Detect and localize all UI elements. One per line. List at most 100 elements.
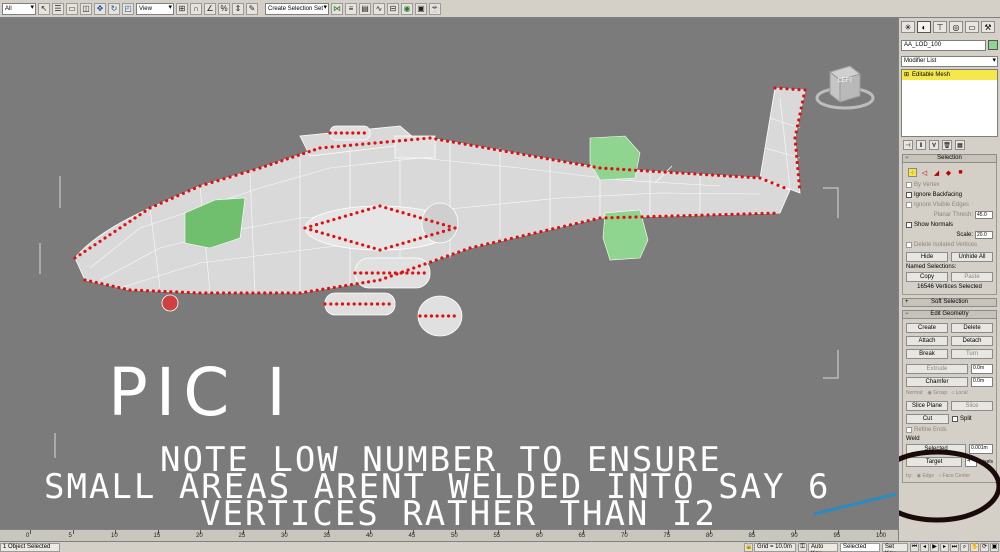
material-editor-icon[interactable]: ◉ [401, 2, 413, 15]
window-crossing-icon[interactable]: ◫ [80, 2, 92, 15]
selection-filter-dropdown[interactable]: All [2, 2, 36, 15]
show-normals-option[interactable]: Show Normals [906, 220, 993, 230]
detach-button[interactable]: Detach [951, 336, 993, 346]
split-checkbox[interactable] [952, 416, 958, 422]
object-name-field[interactable]: AA_LOD_100 [901, 40, 986, 51]
refine-ends-option[interactable]: Refine Ends [906, 425, 993, 435]
cut-button[interactable]: Cut [906, 414, 949, 424]
pivot-icon[interactable]: ⊞ [176, 2, 188, 15]
goto-start-icon[interactable]: ⏮ [910, 542, 919, 552]
by-vertex-checkbox[interactable] [906, 182, 912, 188]
delete-button[interactable]: Delete [951, 323, 993, 333]
show-normals-checkbox[interactable] [906, 222, 912, 228]
split-option[interactable]: Split [952, 414, 993, 424]
make-unique-icon[interactable]: ∀ [929, 140, 939, 150]
slice-plane-button[interactable]: Slice Plane [906, 401, 948, 411]
edit-geometry-rollout-header[interactable]: − Edit Geometry [902, 310, 997, 319]
local-radio[interactable]: ○ Local [951, 390, 967, 396]
pan-icon[interactable]: ✋ [970, 542, 979, 552]
extrude-spinner[interactable]: 0.0m [971, 364, 993, 374]
soft-selection-rollout-header[interactable]: + Soft Selection [902, 298, 997, 307]
extrude-button[interactable]: Extrude [906, 364, 968, 374]
snap-icon[interactable]: ∩ [190, 2, 202, 15]
perspective-viewport[interactable]: LEFT PIC I NOTE LOW NUMBER TO ENSURE SMA… [0, 18, 898, 529]
timeline-track[interactable]: 0 5 10 15 20 25 30 35 40 45 50 55 60 65 70 75 80 85 90 95 10… [0, 529, 898, 541]
hide-button[interactable]: Hide [906, 252, 948, 262]
select-icon[interactable]: ↖ [38, 2, 50, 15]
hierarchy-tab-icon[interactable]: ⊤ [933, 21, 947, 33]
group-radio[interactable]: ◉ Group [928, 390, 948, 396]
copy-button[interactable]: Copy [906, 272, 948, 282]
utilities-tab-icon[interactable]: ⚒ [981, 21, 995, 33]
layer-icon[interactable]: ▤ [359, 2, 371, 15]
attach-button[interactable]: Attach [906, 336, 948, 346]
goto-end-icon[interactable]: ⏭ [950, 542, 959, 552]
expand-icon[interactable]: ⊞ [904, 70, 909, 80]
zoom-icon[interactable]: ⌕ [960, 542, 969, 552]
schematic-icon[interactable]: ⊟ [387, 2, 399, 15]
named-selection-dropdown[interactable]: Create Selection Set [265, 2, 329, 15]
next-frame-icon[interactable]: ▸ [940, 542, 949, 552]
reference-coord-dropdown[interactable]: View [136, 2, 174, 15]
configure-sets-icon[interactable]: ▦ [955, 140, 965, 150]
key-mode-dropdown[interactable]: Selected [840, 542, 880, 552]
mirror-icon[interactable]: ⋈ [331, 2, 343, 15]
selection-rollout-header[interactable]: − Selection [902, 154, 997, 163]
modifier-list-dropdown[interactable]: Modifier List [901, 56, 998, 67]
ignore-backfacing-option[interactable]: Ignore Backfacing [906, 190, 993, 200]
element-mode-icon[interactable]: ■ [956, 168, 965, 177]
create-button[interactable]: Create [906, 323, 948, 333]
ignore-visible-edges-option[interactable]: Ignore Visible Edges [906, 200, 993, 210]
play-icon[interactable]: ▶ [930, 542, 939, 552]
align-icon[interactable]: ≡ [345, 2, 357, 15]
object-color-swatch[interactable] [988, 40, 998, 50]
maximize-viewport-icon[interactable]: ▣ [990, 542, 999, 552]
paste-button[interactable]: Paste [951, 272, 993, 282]
scale-icon[interactable]: ◰ [122, 2, 134, 15]
lock-icon[interactable]: 🔒 [744, 542, 753, 552]
spinner-snap-icon[interactable]: ⇕ [232, 2, 244, 15]
viewcube[interactable]: LEFT [812, 54, 878, 112]
angle-snap-icon[interactable]: ∠ [204, 2, 216, 15]
motion-tab-icon[interactable]: ◎ [949, 21, 963, 33]
select-by-name-icon[interactable]: ☰ [52, 2, 64, 15]
display-tab-icon[interactable]: ▭ [965, 21, 979, 33]
slice-button[interactable]: Slice [951, 401, 993, 411]
percent-snap-icon[interactable]: % [218, 2, 230, 15]
curve-editor-icon[interactable]: ∿ [373, 2, 385, 15]
scale-spinner[interactable]: 20.0 [975, 231, 993, 239]
face-mode-icon[interactable]: ◢ [932, 168, 941, 177]
ignore-visible-edges-checkbox[interactable] [906, 202, 912, 208]
edit-named-selection-icon[interactable]: ✎ [246, 2, 258, 15]
delete-isolated-option[interactable]: Delete Isolated Vertices [906, 240, 993, 250]
delete-isolated-checkbox[interactable] [906, 242, 912, 248]
orbit-icon[interactable]: ⟳ [980, 542, 989, 552]
auto-key-button[interactable]: Auto Key [808, 542, 838, 552]
unhide-all-button[interactable]: Unhide All [951, 252, 993, 262]
by-vertex-option[interactable]: By Vertex [906, 180, 993, 190]
chamfer-spinner[interactable]: 0.0m [971, 377, 993, 387]
modify-tab-icon[interactable]: ◐ [917, 21, 931, 33]
remove-modifier-icon[interactable]: 🗑 [942, 140, 952, 150]
polygon-mode-icon[interactable]: ◆ [944, 168, 953, 177]
refine-ends-checkbox[interactable] [906, 427, 912, 433]
render-icon[interactable]: ☕ [429, 2, 441, 15]
break-button[interactable]: Break [906, 349, 948, 359]
rotate-icon[interactable]: ↻ [108, 2, 120, 15]
turn-button[interactable]: Turn [951, 349, 993, 359]
edge-mode-icon[interactable]: ◁ [920, 168, 929, 177]
set-key-button[interactable]: Set Key [882, 542, 908, 552]
rect-select-icon[interactable]: ▭ [66, 2, 78, 15]
prev-frame-icon[interactable]: ◂ [920, 542, 929, 552]
ignore-backfacing-checkbox[interactable] [906, 192, 912, 198]
show-end-result-icon[interactable]: Ⅱ [916, 140, 926, 150]
render-setup-icon[interactable]: ▣ [415, 2, 427, 15]
vertex-mode-icon[interactable]: ⁘ [908, 168, 917, 177]
key-icon[interactable]: ⚿ [798, 542, 807, 552]
chamfer-button[interactable]: Chamfer [906, 377, 968, 387]
planar-thresh-spinner[interactable]: 45.0 [975, 211, 993, 219]
pin-stack-icon[interactable]: ⊣ [903, 140, 913, 150]
create-tab-icon[interactable]: ✳ [901, 21, 915, 33]
stack-item-editable-mesh[interactable]: ⊞ Editable Mesh [902, 70, 997, 80]
move-icon[interactable]: ✥ [94, 2, 106, 15]
